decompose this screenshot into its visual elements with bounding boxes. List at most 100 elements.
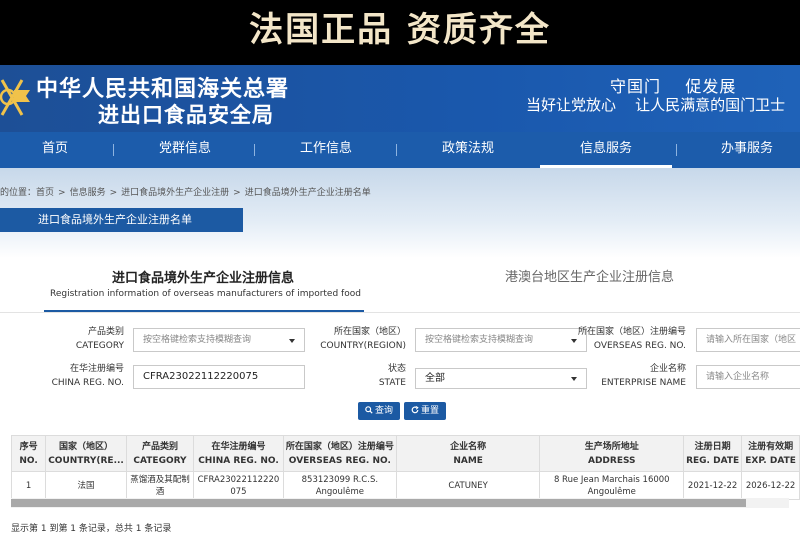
breadcrumb-home[interactable]: 首页 xyxy=(36,188,54,198)
nav-item-services[interactable]: 办事服务 xyxy=(680,132,800,168)
col-china-reg-cn: 在华注册编号 xyxy=(211,441,266,452)
search-button-label: 查询 xyxy=(374,406,393,416)
scrollbar-thumb[interactable] xyxy=(11,499,746,507)
enterprise-input[interactable]: 请输入企业名称 xyxy=(696,365,800,389)
col-overseas-reg-cn: 所在国家（地区）注册编号 xyxy=(285,441,394,452)
overseas-reg-label-en: OVERSEAS REG. NO. xyxy=(593,341,686,351)
col-overseas-reg[interactable]: 所在国家（地区）注册编号 OVERSEAS REG. NO. xyxy=(282,435,397,472)
horizontal-scrollbar[interactable] xyxy=(11,498,789,508)
state-select[interactable]: 全部 xyxy=(415,368,587,389)
col-china-reg[interactable]: 在华注册编号 CHINA REG. NO. xyxy=(193,435,284,472)
col-category[interactable]: 产品类别 CATEGORY xyxy=(125,435,195,472)
search-icon xyxy=(365,406,373,414)
tab-overseas-cn[interactable]: 进口食品境外生产企业注册信息 xyxy=(112,267,294,286)
category-placeholder: 按空格键检索支持模糊查询 xyxy=(143,335,252,345)
nav-item-party[interactable]: 党群信息 xyxy=(118,132,252,168)
search-button[interactable]: 查询 xyxy=(358,402,400,420)
breadcrumb-registration[interactable]: 进口食品境外生产企业注册 xyxy=(121,188,229,198)
col-name-en: NAME xyxy=(453,455,483,466)
col-name-cn: 企业名称 xyxy=(450,441,487,452)
col-reg-date-cn: 注册日期 xyxy=(694,441,731,452)
country-label: 所在国家（地区） COUNTRY(REGION) xyxy=(310,325,406,353)
results-table: 序号 NO. 国家（地区） COUNTRY(RE... 产品类别 CATEGORY 在… xyxy=(10,435,800,500)
breadcrumb-sep: > xyxy=(109,188,118,198)
overseas-reg-placeholder: 请输入所在国家（地区 xyxy=(706,335,797,345)
china-reg-input[interactable]: CFRA23022112220075 xyxy=(133,365,305,389)
col-china-reg-en: CHINA REG. NO. xyxy=(198,455,279,466)
col-address[interactable]: 生产场所地址 ADDRESS xyxy=(539,435,685,472)
state-label: 状态 STATE xyxy=(310,362,406,390)
enterprise-label: 企业名称 ENTERPRISE NAME xyxy=(572,362,686,390)
page-tab: 进口食品境外生产企业注册名单 xyxy=(0,208,243,232)
tab-overseas-en[interactable]: Registration information of overseas man… xyxy=(50,289,361,299)
enterprise-placeholder: 请输入企业名称 xyxy=(706,372,770,382)
col-exp-date-en: EXP. DATE xyxy=(745,455,796,466)
state-label-cn: 状态 xyxy=(387,364,406,374)
nav-item-policy[interactable]: 政策法规 xyxy=(400,132,536,168)
table-header-row: 序号 NO. 国家（地区） COUNTRY(RE... 产品类别 CATEGORY 在… xyxy=(10,435,800,472)
col-reg-date-en: REG. DATE xyxy=(686,455,740,466)
cell-no: 1 xyxy=(10,471,47,500)
nav-item-work[interactable]: 工作信息 xyxy=(258,132,394,168)
cell-country: 法国 xyxy=(45,471,127,500)
china-reg-label-cn: 在华注册编号 xyxy=(69,364,124,374)
cell-category: 蒸馏酒及其配制酒 xyxy=(125,471,195,500)
overseas-reg-input[interactable]: 请输入所在国家（地区 xyxy=(696,328,800,352)
main-nav: 首页 党群信息 工作信息 政策法规 信息服务 办事服务 xyxy=(0,132,800,168)
customs-emblem-icon xyxy=(0,79,30,116)
nav-item-home[interactable]: 首页 xyxy=(0,132,110,168)
breadcrumb-info-service[interactable]: 信息服务 xyxy=(70,188,106,198)
cell-overseas-reg: 853123099 R.C.S. Angoulême xyxy=(282,471,397,500)
breadcrumb-sep: > xyxy=(58,188,66,198)
reset-button-label: 重置 xyxy=(420,406,439,416)
record-count: 显示第 1 到第 1 条记录，总共 1 条记录 xyxy=(11,524,172,534)
country-select[interactable]: 按空格键检索支持模糊查询 xyxy=(415,328,587,352)
col-no[interactable]: 序号 NO. xyxy=(10,435,47,472)
slogan-line2: 当好让党放心 让人民满意的国门卫士 xyxy=(526,96,786,114)
category-label-cn: 产品类别 xyxy=(87,327,124,337)
category-select[interactable]: 按空格键检索支持模糊查询 xyxy=(133,328,305,352)
col-name[interactable]: 企业名称 NAME xyxy=(395,435,541,472)
col-exp-date[interactable]: 注册有效期 EXP. DATE xyxy=(741,435,800,472)
col-address-en: ADDRESS xyxy=(587,455,636,466)
breadcrumb-current: 进口食品境外生产企业注册名单 xyxy=(244,188,371,198)
cell-name: CATUNEY xyxy=(395,471,541,500)
enterprise-label-en: ENTERPRISE NAME xyxy=(601,378,686,388)
breadcrumb-sep: > xyxy=(233,188,241,198)
overseas-reg-label: 所在国家（地区）注册编号 OVERSEAS REG. NO. xyxy=(572,325,686,353)
col-country[interactable]: 国家（地区） COUNTRY(RE... xyxy=(45,435,127,472)
category-label: 产品类别 CATEGORY xyxy=(40,325,124,353)
breadcrumb-prefix: 的位置： xyxy=(0,188,37,198)
nav-item-info-service[interactable]: 信息服务 xyxy=(540,132,672,168)
col-country-cn: 国家（地区） xyxy=(59,441,114,452)
nav-separator xyxy=(676,144,677,156)
nav-separator xyxy=(113,144,114,156)
cell-reg-date: 2021-12-22 xyxy=(683,471,743,500)
col-country-en: COUNTRY(RE... xyxy=(48,455,124,466)
col-address-cn: 生产场所地址 xyxy=(584,441,639,452)
col-category-cn: 产品类别 xyxy=(141,441,178,452)
cell-address: 8 Rue Jean Marchais 16000 Angoulême xyxy=(539,471,685,500)
overseas-reg-label-cn: 所在国家（地区）注册编号 xyxy=(577,327,686,337)
site-header: 中华人民共和国海关总署 进出口食品安全局 守国门 促发展 当好让党放心 让人民满… xyxy=(0,65,800,132)
col-reg-date[interactable]: 注册日期 REG. DATE xyxy=(683,435,743,472)
col-no-en: NO. xyxy=(19,455,38,466)
country-label-en: COUNTRY(REGION) xyxy=(320,341,406,351)
state-label-en: STATE xyxy=(378,378,406,388)
enterprise-label-cn: 企业名称 xyxy=(649,364,686,374)
cell-china-reg: CFRA23022112220075 xyxy=(193,471,284,500)
col-overseas-reg-en: OVERSEAS REG. NO. xyxy=(288,455,391,466)
tab-hk-macao-taiwan[interactable]: 港澳台地区生产企业注册信息 xyxy=(505,266,674,285)
china-reg-label-en: CHINA REG. NO. xyxy=(51,378,124,388)
country-label-cn: 所在国家（地区） xyxy=(333,327,406,337)
col-category-en: CATEGORY xyxy=(133,455,187,466)
state-value: 全部 xyxy=(425,373,445,384)
chevron-down-icon xyxy=(289,339,295,343)
table-row[interactable]: 1 法国 蒸馏酒及其配制酒 CFRA23022112220075 8531230… xyxy=(10,471,800,500)
nav-separator xyxy=(254,144,255,156)
col-exp-date-cn: 注册有效期 xyxy=(748,441,794,452)
col-no-cn: 序号 xyxy=(19,441,38,452)
divider xyxy=(0,312,800,313)
reset-button[interactable]: 重置 xyxy=(404,402,446,420)
china-reg-label: 在华注册编号 CHINA REG. NO. xyxy=(40,362,124,390)
